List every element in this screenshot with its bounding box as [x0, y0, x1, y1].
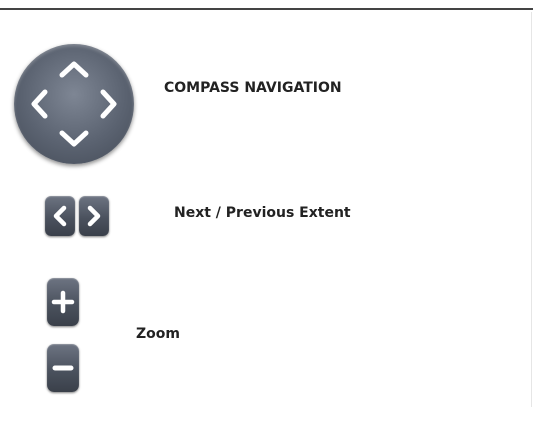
chevron-right-icon	[87, 205, 101, 227]
previous-extent-button[interactable]	[45, 196, 75, 236]
zoom-out-button[interactable]	[47, 344, 79, 392]
compass-navigation-control[interactable]	[14, 44, 134, 164]
minus-icon	[52, 365, 74, 371]
chevron-left-icon	[53, 205, 67, 227]
zoom-in-button[interactable]	[47, 278, 79, 326]
extent-label: Next / Previous Extent	[174, 205, 351, 221]
pan-left-button[interactable]	[26, 89, 56, 119]
pan-down-button[interactable]	[59, 122, 89, 152]
next-extent-button[interactable]	[79, 196, 109, 236]
right-border	[531, 12, 532, 407]
pan-up-button[interactable]	[59, 56, 89, 86]
zoom-label: Zoom	[136, 326, 180, 342]
compass-navigation-label: COMPASS NAVIGATION	[164, 80, 342, 96]
legend-panel: COMPASS NAVIGATION Next / Previous Exten…	[0, 0, 533, 421]
plus-icon	[51, 290, 75, 314]
top-divider	[0, 8, 533, 10]
pan-right-button[interactable]	[92, 89, 122, 119]
